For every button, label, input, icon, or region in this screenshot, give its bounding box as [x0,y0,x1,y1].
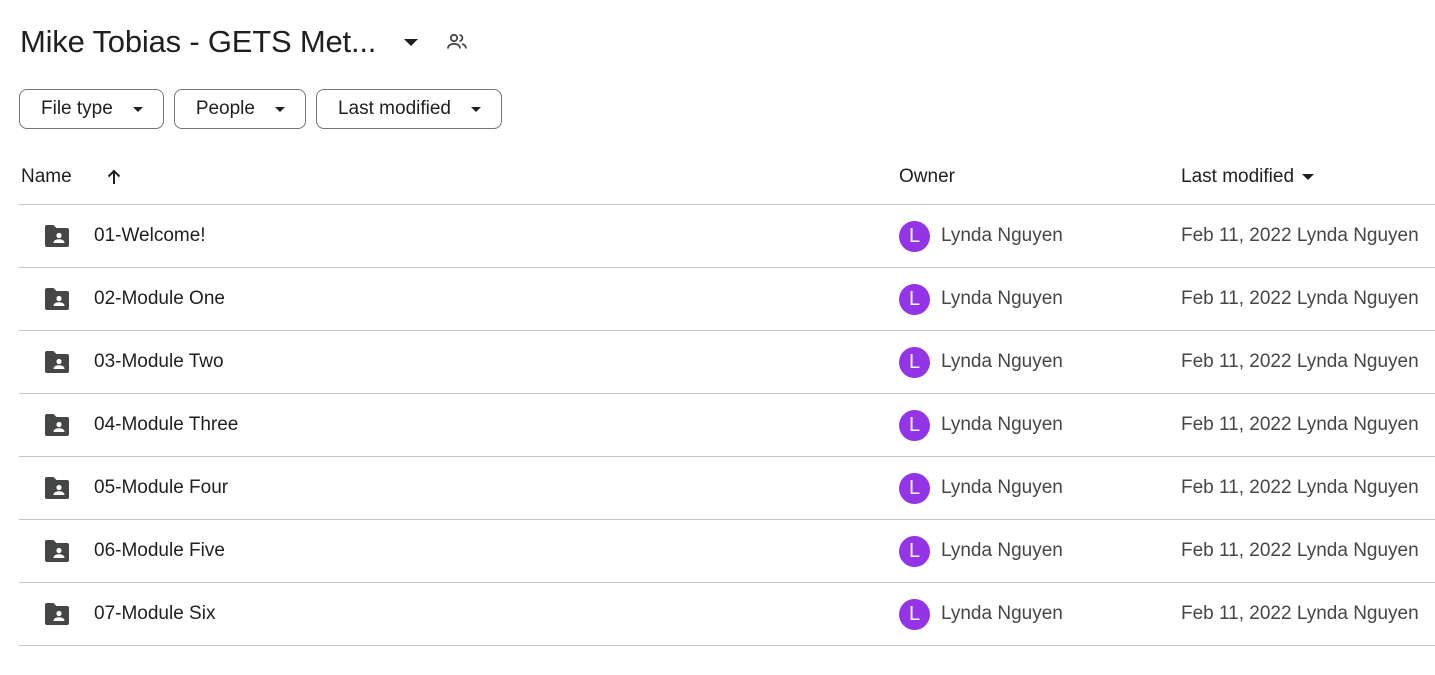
owner-name: Lynda Nguyen [941,225,1063,246]
avatar: L [899,535,930,567]
owner-name: Lynda Nguyen [941,477,1063,498]
file-rows: 01-Welcome! L Lynda Nguyen Feb 11, 2022 … [19,205,1435,646]
people-icon[interactable] [444,29,470,55]
owner-cell: L Lynda Nguyen [899,598,1063,630]
name-column-header[interactable]: Name [21,166,124,188]
filter-file-type-chip[interactable]: File type [19,89,164,129]
filter-people-chip[interactable]: People [173,89,306,129]
table-row[interactable]: 03-Module Two L Lynda Nguyen Feb 11, 202… [19,331,1435,394]
table-row[interactable]: 05-Module Four L Lynda Nguyen Feb 11, 20… [19,457,1435,520]
table-header: Name Owner Last modified [19,150,1435,205]
avatar: L [899,409,930,441]
owner-cell: L Lynda Nguyen [899,535,1063,567]
name-column-label: Name [21,166,72,187]
owner-cell: L Lynda Nguyen [899,472,1063,504]
table-row[interactable]: 07-Module Six L Lynda Nguyen Feb 11, 202… [19,583,1435,646]
shared-folder-icon [43,602,71,626]
table-row[interactable]: 04-Module Three L Lynda Nguyen Feb 11, 2… [19,394,1435,457]
file-name[interactable]: 05-Module Four [94,477,228,499]
owner-name: Lynda Nguyen [941,414,1063,435]
file-name[interactable]: 02-Module One [94,288,225,310]
owner-cell: L Lynda Nguyen [899,283,1063,315]
owner-cell: L Lynda Nguyen [899,346,1063,378]
chevron-down-icon [132,106,143,112]
shared-folder-icon [43,287,71,311]
chevron-down-icon [471,106,481,112]
last-modified-column-label: Last modified [1181,166,1295,187]
table-row[interactable]: 01-Welcome! L Lynda Nguyen Feb 11, 2022 … [19,205,1435,268]
arrow-up-icon[interactable] [104,167,124,187]
owner-cell: L Lynda Nguyen [899,220,1063,252]
owner-cell: L Lynda Nguyen [899,409,1063,441]
owner-name: Lynda Nguyen [941,603,1063,624]
folder-title[interactable]: Mike Tobias - GETS Met... [20,24,376,60]
chip-label: File type [41,98,113,119]
file-name[interactable]: 06-Module Five [94,540,225,562]
arrow-drop-down-icon [1302,174,1315,180]
file-name[interactable]: 07-Module Six [94,603,215,625]
owner-name: Lynda Nguyen [941,288,1063,309]
avatar: L [899,346,930,378]
shared-folder-icon [43,224,71,248]
table-row[interactable]: 02-Module One L Lynda Nguyen Feb 11, 202… [19,268,1435,331]
last-modified-cell: Feb 11, 2022 Lynda Nguyen [1181,477,1419,498]
last-modified-column-header[interactable]: Last modified [1181,166,1315,188]
shared-folder-icon [43,350,71,374]
last-modified-cell: Feb 11, 2022 Lynda Nguyen [1181,414,1419,435]
arrow-drop-down-icon[interactable] [396,27,426,57]
owner-name: Lynda Nguyen [941,540,1063,561]
folder-header: Mike Tobias - GETS Met... [20,20,470,64]
last-modified-cell: Feb 11, 2022 Lynda Nguyen [1181,351,1419,372]
shared-folder-icon [43,476,71,500]
owner-column-header: Owner [899,166,955,187]
file-name[interactable]: 03-Module Two [94,351,224,373]
chip-label: Last modified [337,98,451,119]
filter-last-modified-chip[interactable]: Last modified [315,89,502,129]
avatar: L [899,283,930,315]
owner-name: Lynda Nguyen [941,351,1063,372]
last-modified-cell: Feb 11, 2022 Lynda Nguyen [1181,288,1419,309]
chevron-down-icon [274,106,285,112]
avatar: L [899,598,930,630]
table-row[interactable]: 06-Module Five L Lynda Nguyen Feb 11, 20… [19,520,1435,583]
file-name[interactable]: 04-Module Three [94,414,238,436]
avatar: L [899,220,930,252]
drive-folder-view: Mike Tobias - GETS Met... File type Peop… [0,0,1435,675]
last-modified-cell: Feb 11, 2022 Lynda Nguyen [1181,540,1419,561]
last-modified-cell: Feb 11, 2022 Lynda Nguyen [1181,225,1419,246]
last-modified-cell: Feb 11, 2022 Lynda Nguyen [1181,603,1419,624]
filter-chips: File type People Last modified [19,89,502,129]
file-list: Name Owner Last modified 01-Welcome! L L… [19,150,1435,646]
chip-label: People [195,98,255,119]
shared-folder-icon [43,413,71,437]
file-name[interactable]: 01-Welcome! [94,225,206,247]
shared-folder-icon [43,539,71,563]
avatar: L [899,472,930,504]
